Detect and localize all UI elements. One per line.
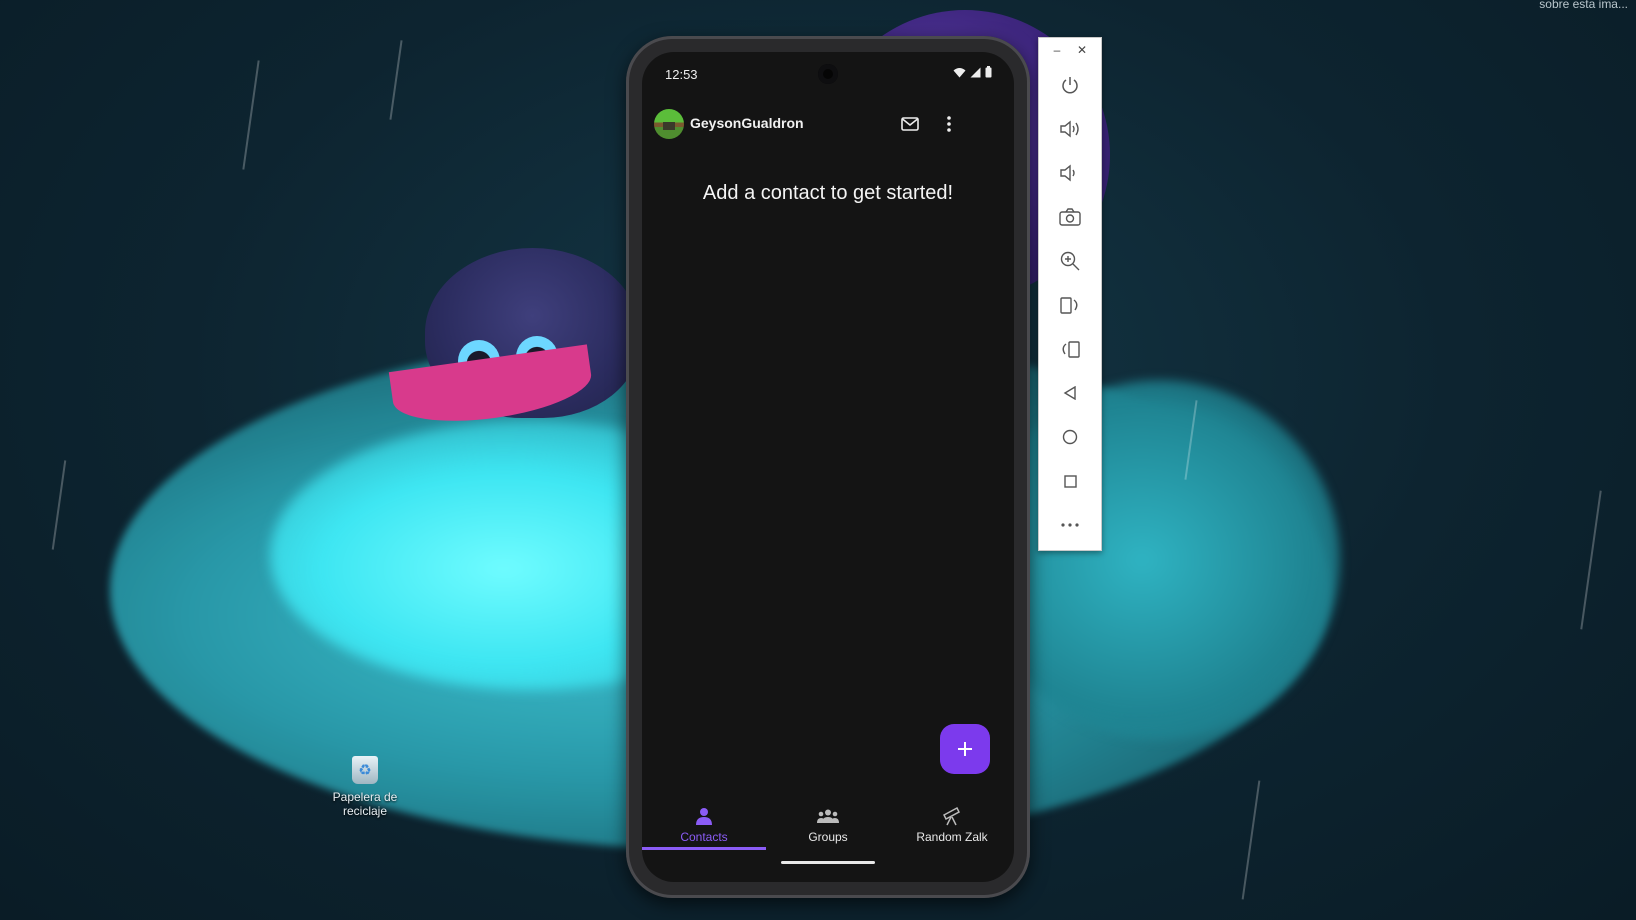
nav-label-random-zalk: Random Zalk (916, 830, 988, 844)
rain-streak (51, 460, 67, 550)
status-time: 12:53 (665, 67, 698, 82)
avatar[interactable] (654, 109, 684, 139)
camera-icon (1059, 208, 1081, 226)
rain-streak (242, 60, 260, 170)
nav-tab-contacts[interactable]: Contacts (642, 790, 766, 850)
screenshot-button[interactable] (1054, 201, 1086, 233)
back-icon (1063, 386, 1076, 400)
toolbar-title-bar: – ✕ (1039, 38, 1101, 62)
recycle-bin-icon (352, 756, 378, 784)
bottom-navigation: Contacts Groups Random Zalk (642, 790, 1014, 850)
volume-down-button[interactable] (1054, 157, 1086, 189)
mail-icon (901, 117, 919, 131)
nav-label-groups: Groups (808, 830, 848, 844)
add-contact-button[interactable] (940, 724, 990, 774)
front-camera (818, 64, 838, 84)
rain-streak (389, 40, 403, 120)
home-icon (1062, 429, 1078, 445)
nav-tab-random-zalk[interactable]: Random Zalk (890, 790, 1014, 850)
inbox-button[interactable] (895, 109, 925, 139)
rain-streak (1580, 490, 1602, 630)
minimize-button[interactable]: – (1047, 41, 1067, 59)
empty-state-message: Add a contact to get started! (702, 182, 954, 204)
more-options-button[interactable] (1054, 509, 1086, 541)
person-icon (696, 808, 712, 825)
recycle-bin-shortcut[interactable]: Papelera de reciclaje (315, 756, 415, 818)
home-button[interactable] (1054, 421, 1086, 453)
desktop-corner-text: sobre esta ima... (1539, 0, 1628, 11)
recycle-bin-label: Papelera de reciclaje (332, 790, 398, 818)
overflow-menu-button[interactable] (934, 109, 964, 139)
gesture-home-bar[interactable] (781, 861, 875, 864)
back-button[interactable] (1054, 377, 1086, 409)
more-vert-icon (947, 116, 951, 132)
wifi-icon (953, 67, 966, 77)
more-icon (1061, 523, 1079, 527)
overview-icon (1063, 474, 1077, 488)
status-bar: 12:53 (642, 52, 1014, 92)
rotate-right-button[interactable] (1054, 333, 1086, 365)
battery-icon (985, 66, 992, 78)
signal-icon (970, 67, 981, 77)
telescope-icon (943, 806, 960, 826)
status-icons (953, 66, 992, 78)
volume-up-button[interactable] (1054, 113, 1086, 145)
username: GeysonGualdron (690, 115, 804, 131)
phone-frame: 12:53 GeysonGualdron Add a contact to ge… (626, 36, 1030, 898)
close-button[interactable]: ✕ (1072, 41, 1092, 59)
zoom-button[interactable] (1054, 245, 1086, 277)
plus-icon (958, 742, 972, 756)
overview-button[interactable] (1054, 465, 1086, 497)
nav-label-contacts: Contacts (680, 830, 728, 844)
nav-active-indicator (642, 847, 766, 850)
zoom-in-icon (1060, 251, 1080, 271)
power-button[interactable] (1054, 69, 1086, 101)
app-bar: GeysonGualdron (642, 104, 1014, 148)
group-icon (817, 809, 839, 823)
rotate-left-icon (1060, 297, 1078, 314)
emulator-toolbar: – ✕ (1038, 37, 1102, 551)
volume-up-icon (1060, 120, 1079, 138)
rain-streak (1241, 780, 1261, 900)
power-icon (1062, 77, 1078, 94)
rotate-left-button[interactable] (1054, 289, 1086, 321)
phone-screen: 12:53 GeysonGualdron Add a contact to ge… (642, 52, 1014, 882)
rotate-right-icon (1062, 341, 1080, 358)
nav-tab-groups[interactable]: Groups (766, 790, 890, 850)
wallpaper-cloud-right (980, 380, 1340, 740)
volume-down-icon (1060, 164, 1075, 182)
